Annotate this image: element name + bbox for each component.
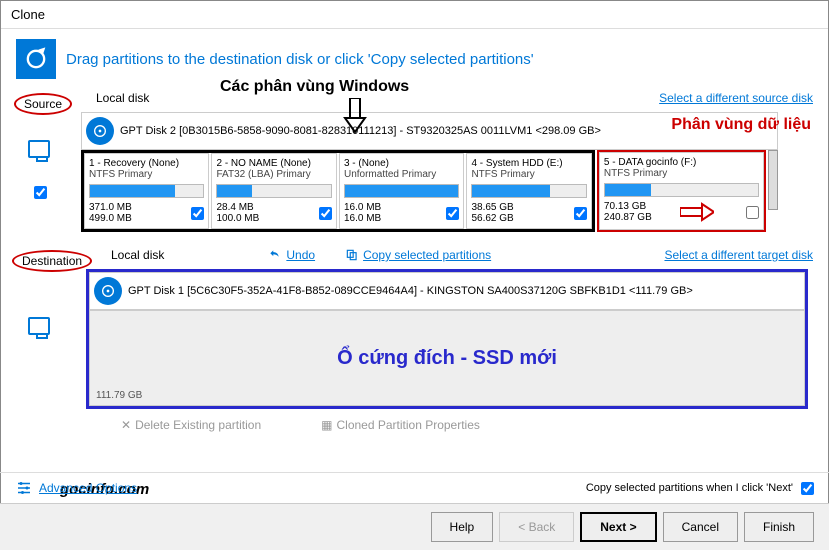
red-arrow-icon	[680, 202, 714, 222]
header: Drag partitions to the destination disk …	[1, 29, 828, 89]
partition-total: 499.0 MB	[89, 213, 132, 224]
select-source-disk-link[interactable]: Select a different source disk	[659, 91, 813, 105]
select-target-disk-link[interactable]: Select a different target disk	[664, 248, 813, 262]
monitor-icon	[28, 140, 50, 158]
delete-partition-action: ✕ Delete Existing partition	[121, 418, 261, 432]
header-instruction: Drag partitions to the destination disk …	[66, 51, 534, 68]
hdd-icon	[94, 277, 122, 305]
undo-link[interactable]: Undo	[268, 248, 315, 262]
cancel-button[interactable]: Cancel	[663, 512, 738, 542]
dest-disk-header[interactable]: GPT Disk 1 [5C6C30F5-352A-41F8-B852-089C…	[89, 272, 805, 310]
dest-empty-space[interactable]: Ổ cứng đích - SSD mới 111.79 GB	[89, 310, 805, 406]
partition-4[interactable]: 5 - DATA gocinfo (F:) NTFS Primary 70.13…	[599, 152, 764, 230]
monitor-icon	[28, 317, 50, 335]
annotation-data: Phân vùng dữ liệu	[671, 116, 811, 134]
button-row: Help < Back Next > Cancel Finish	[0, 503, 829, 550]
copy-selected-link[interactable]: Copy selected partitions	[345, 248, 491, 262]
partition-total: 240.87 GB	[604, 212, 652, 223]
partition-name: 1 - Recovery (None)	[89, 158, 204, 169]
destination-disk-area: GPT Disk 1 [5C6C30F5-352A-41F8-B852-089C…	[86, 269, 808, 409]
data-partition-group: 5 - DATA gocinfo (F:) NTFS Primary 70.13…	[597, 150, 766, 232]
partition-used: 371.0 MB	[89, 202, 132, 213]
partition-name: 5 - DATA gocinfo (F:)	[604, 157, 759, 168]
source-label: Source	[14, 93, 72, 115]
partition-checkbox[interactable]	[446, 207, 459, 220]
copy-icon	[345, 248, 359, 262]
source-disk-checkbox[interactable]	[34, 186, 47, 199]
partition-type: NTFS Primary	[89, 169, 204, 180]
finish-button[interactable]: Finish	[744, 512, 814, 542]
partition-type: NTFS Primary	[471, 169, 586, 180]
partition-usage-bar	[89, 184, 204, 198]
partition-type: Unformatted Primary	[344, 169, 459, 180]
partition-total: 100.0 MB	[216, 213, 259, 224]
dest-disk-name: GPT Disk 1 [5C6C30F5-352A-41F8-B852-089C…	[128, 285, 693, 297]
next-button[interactable]: Next >	[580, 512, 656, 542]
down-arrow-icon	[340, 98, 370, 134]
partition-3[interactable]: 4 - System HDD (E:) NTFS Primary 38.65 G…	[466, 153, 591, 229]
scroll-handle[interactable]	[768, 150, 778, 210]
partition-checkbox[interactable]	[574, 207, 587, 220]
partition-used: 16.0 MB	[344, 202, 381, 213]
cloned-props-action: ▦ Cloned Partition Properties	[321, 418, 480, 432]
partition-name: 2 - NO NAME (None)	[216, 158, 331, 169]
partition-checkbox[interactable]	[191, 207, 204, 220]
partition-0[interactable]: 1 - Recovery (None) NTFS Primary 371.0 M…	[84, 153, 209, 229]
destination-label: Destination	[12, 250, 92, 272]
partition-2[interactable]: 3 - (None) Unformatted Primary 16.0 MB16…	[339, 153, 464, 229]
annotation-dest-ssd: Ổ cứng đích - SSD mới	[90, 347, 804, 370]
sliders-icon	[15, 479, 33, 497]
partition-name: 3 - (None)	[344, 158, 459, 169]
partition-type: NTFS Primary	[604, 168, 759, 179]
partition-type: FAT32 (LBA) Primary	[216, 169, 331, 180]
dest-local-disk-label: Local disk	[111, 248, 164, 262]
annotation-windows: Các phân vùng Windows	[220, 78, 409, 96]
partition-usage-bar	[471, 184, 586, 198]
help-button[interactable]: Help	[431, 512, 494, 542]
partition-used: 38.65 GB	[471, 202, 513, 213]
partition-used: 28.4 MB	[216, 202, 259, 213]
windows-partitions-group: 1 - Recovery (None) NTFS Primary 371.0 M…	[81, 150, 595, 232]
partition-total: 16.0 MB	[344, 213, 381, 224]
advanced-options-link[interactable]: Advanced Options	[15, 479, 137, 497]
partition-usage-bar	[344, 184, 459, 198]
dest-empty-size: 111.79 GB	[96, 390, 142, 401]
copy-on-next-checkbox[interactable]: Copy selected partitions when I click 'N…	[586, 482, 814, 495]
undo-icon	[268, 248, 282, 262]
partition-used: 70.13 GB	[604, 201, 652, 212]
partition-checkbox[interactable]	[746, 206, 759, 219]
partition-1[interactable]: 2 - NO NAME (None) FAT32 (LBA) Primary 2…	[211, 153, 336, 229]
source-local-disk-label: Local disk	[96, 91, 149, 105]
partition-usage-bar	[216, 184, 331, 198]
clone-icon	[16, 39, 56, 79]
partition-total: 56.62 GB	[471, 213, 513, 224]
partition-checkbox[interactable]	[319, 207, 332, 220]
hdd-icon	[86, 117, 114, 145]
back-button: < Back	[499, 512, 574, 542]
partition-usage-bar	[604, 183, 759, 197]
partition-name: 4 - System HDD (E:)	[471, 158, 586, 169]
window-title: Clone	[1, 1, 828, 29]
